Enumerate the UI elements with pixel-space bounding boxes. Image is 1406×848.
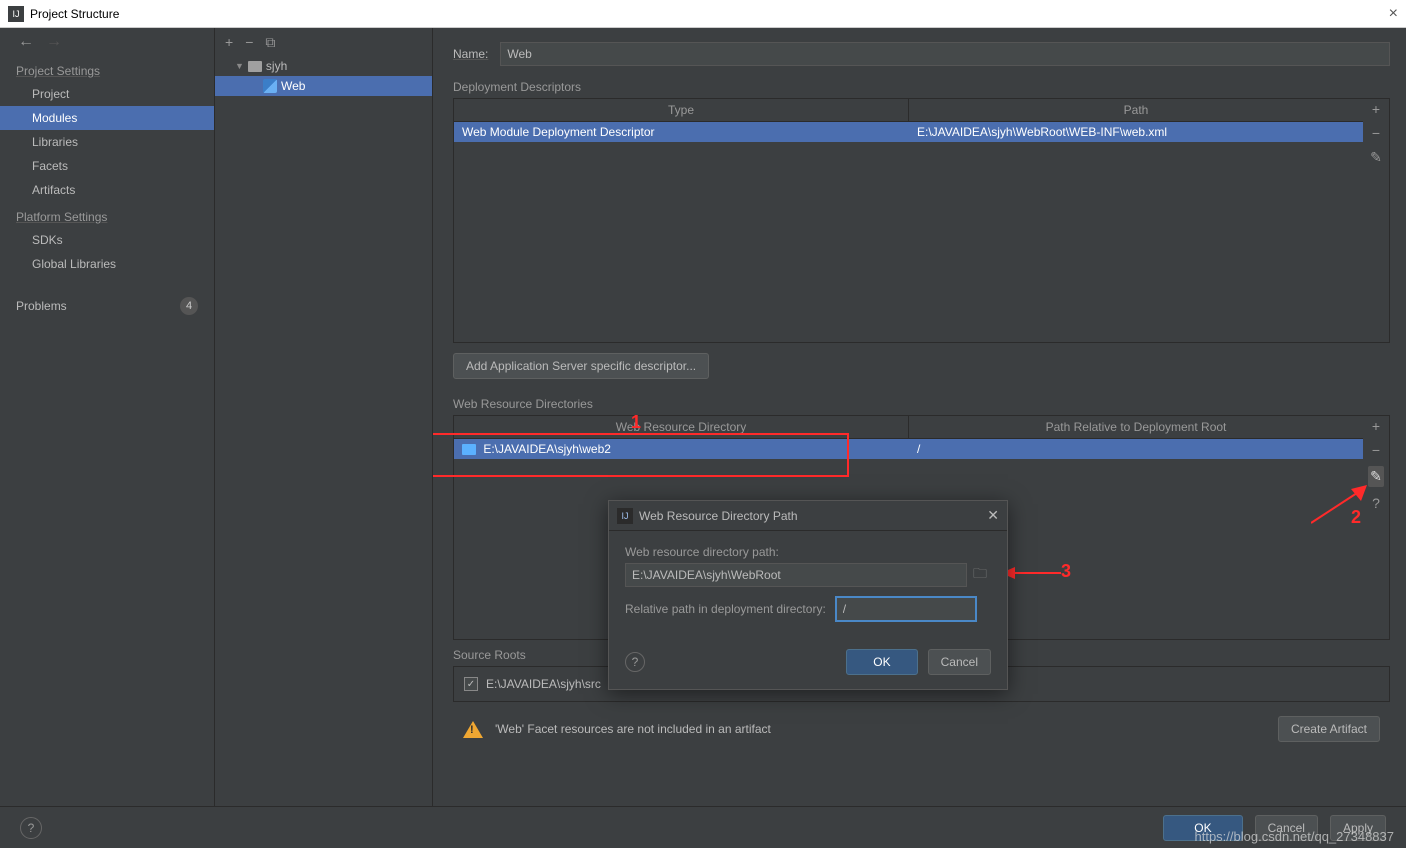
module-tree: + − ⧉ ▼ sjyh Web [215, 28, 433, 808]
dd-actions: + − ✎ [1363, 99, 1389, 342]
warning-row: 'Web' Facet resources are not included i… [453, 712, 1390, 746]
folder-icon [462, 444, 476, 455]
create-artifact-button[interactable]: Create Artifact [1278, 716, 1380, 742]
main: ← → Project Settings Project Modules Lib… [0, 28, 1406, 808]
wr-dir: E:\JAVAIDEA\sjyh\web2 [454, 439, 909, 459]
sr-path: E:\JAVAIDEA\sjyh\src [486, 677, 601, 691]
nav-problems[interactable]: Problems 4 [0, 292, 214, 320]
close-icon[interactable]: × [1389, 5, 1398, 23]
wr-add-icon[interactable]: + [1372, 418, 1380, 434]
dd-add-icon[interactable]: + [1372, 101, 1380, 117]
dialog: IJ Web Resource Directory Path ✕ Web res… [608, 500, 1008, 690]
tree-web-label: Web [281, 79, 305, 93]
nav-libraries[interactable]: Libraries [0, 130, 214, 154]
dd-remove-icon[interactable]: − [1372, 125, 1380, 141]
dialog-close-icon[interactable]: ✕ [987, 507, 999, 524]
dialog-titlebar: IJ Web Resource Directory Path ✕ [609, 501, 1007, 531]
problems-badge: 4 [180, 297, 198, 315]
rel-input[interactable] [836, 597, 976, 621]
name-input[interactable] [500, 42, 1390, 66]
web-icon [263, 79, 277, 93]
th-wr-path: Path Relative to Deployment Root [909, 416, 1363, 438]
window-title: Project Structure [30, 7, 119, 21]
dd-path: E:\JAVAIDEA\sjyh\WebRoot\WEB-INF\web.xml [909, 122, 1363, 142]
path-input[interactable] [625, 563, 967, 587]
warning-icon [463, 721, 483, 738]
forward-icon[interactable]: → [46, 33, 62, 51]
content: Name: Deployment Descriptors Type Path W… [433, 28, 1406, 808]
sr-checkbox[interactable]: ✓ [464, 677, 478, 691]
titlebar: IJ Project Structure × [0, 0, 1406, 28]
expand-icon[interactable]: ▼ [235, 61, 244, 71]
wr-title: Web Resource Directories [453, 397, 1390, 411]
tree-web[interactable]: Web [215, 76, 432, 96]
nav-facets[interactable]: Facets [0, 154, 214, 178]
wr-row[interactable]: E:\JAVAIDEA\sjyh\web2 / [454, 439, 1363, 459]
section-platform-settings: Platform Settings [0, 202, 214, 228]
name-label: Name: [453, 47, 488, 61]
dialog-icon: IJ [617, 508, 633, 524]
th-wr-dir: Web Resource Directory [454, 416, 909, 438]
dialog-cancel-button[interactable]: Cancel [928, 649, 991, 675]
copy-icon[interactable]: ⧉ [265, 34, 275, 51]
folder-icon [248, 61, 262, 72]
path-label: Web resource directory path: [625, 545, 991, 559]
nav-project[interactable]: Project [0, 82, 214, 106]
dd-row[interactable]: Web Module Deployment Descriptor E:\JAVA… [454, 122, 1363, 142]
tree-root-label: sjyh [266, 59, 287, 73]
dd-title: Deployment Descriptors [453, 80, 1390, 94]
nav-arrows: ← → [0, 28, 214, 56]
dd-edit-icon[interactable]: ✎ [1370, 149, 1382, 166]
nav-problems-label: Problems [16, 299, 67, 313]
add-icon[interactable]: + [225, 34, 233, 50]
dialog-title: Web Resource Directory Path [639, 509, 798, 523]
wr-path: / [909, 439, 1363, 459]
dd-type: Web Module Deployment Descriptor [454, 122, 909, 142]
th-type: Type [454, 99, 909, 121]
add-descriptor-button[interactable]: Add Application Server specific descript… [453, 353, 709, 379]
tree-root[interactable]: ▼ sjyh [215, 56, 432, 76]
help-button[interactable]: ? [20, 817, 42, 839]
nav-sdks[interactable]: SDKs [0, 228, 214, 252]
watermark: https://blog.csdn.net/qq_27348837 [1195, 829, 1395, 844]
wr-edit-icon[interactable]: ✎ [1368, 466, 1384, 487]
tree-toolbar: + − ⧉ [215, 28, 432, 56]
dd-table: Type Path Web Module Deployment Descript… [453, 98, 1390, 343]
rel-label: Relative path in deployment directory: [625, 602, 826, 616]
section-project-settings: Project Settings [0, 56, 214, 82]
dialog-ok-button[interactable]: OK [846, 649, 917, 675]
browse-icon[interactable]: 🗀 [973, 563, 991, 587]
remove-icon[interactable]: − [245, 34, 253, 50]
wr-actions: + − ✎ ? [1363, 416, 1389, 639]
back-icon[interactable]: ← [18, 33, 34, 51]
wr-remove-icon[interactable]: − [1372, 442, 1380, 458]
dialog-help-button[interactable]: ? [625, 652, 645, 672]
nav-global-libraries[interactable]: Global Libraries [0, 252, 214, 276]
nav-modules[interactable]: Modules [0, 106, 214, 130]
th-path: Path [909, 99, 1363, 121]
wr-help-icon[interactable]: ? [1372, 495, 1380, 511]
app-icon: IJ [8, 6, 24, 22]
sidebar: ← → Project Settings Project Modules Lib… [0, 28, 215, 808]
warning-text: 'Web' Facet resources are not included i… [495, 722, 771, 736]
nav-artifacts[interactable]: Artifacts [0, 178, 214, 202]
